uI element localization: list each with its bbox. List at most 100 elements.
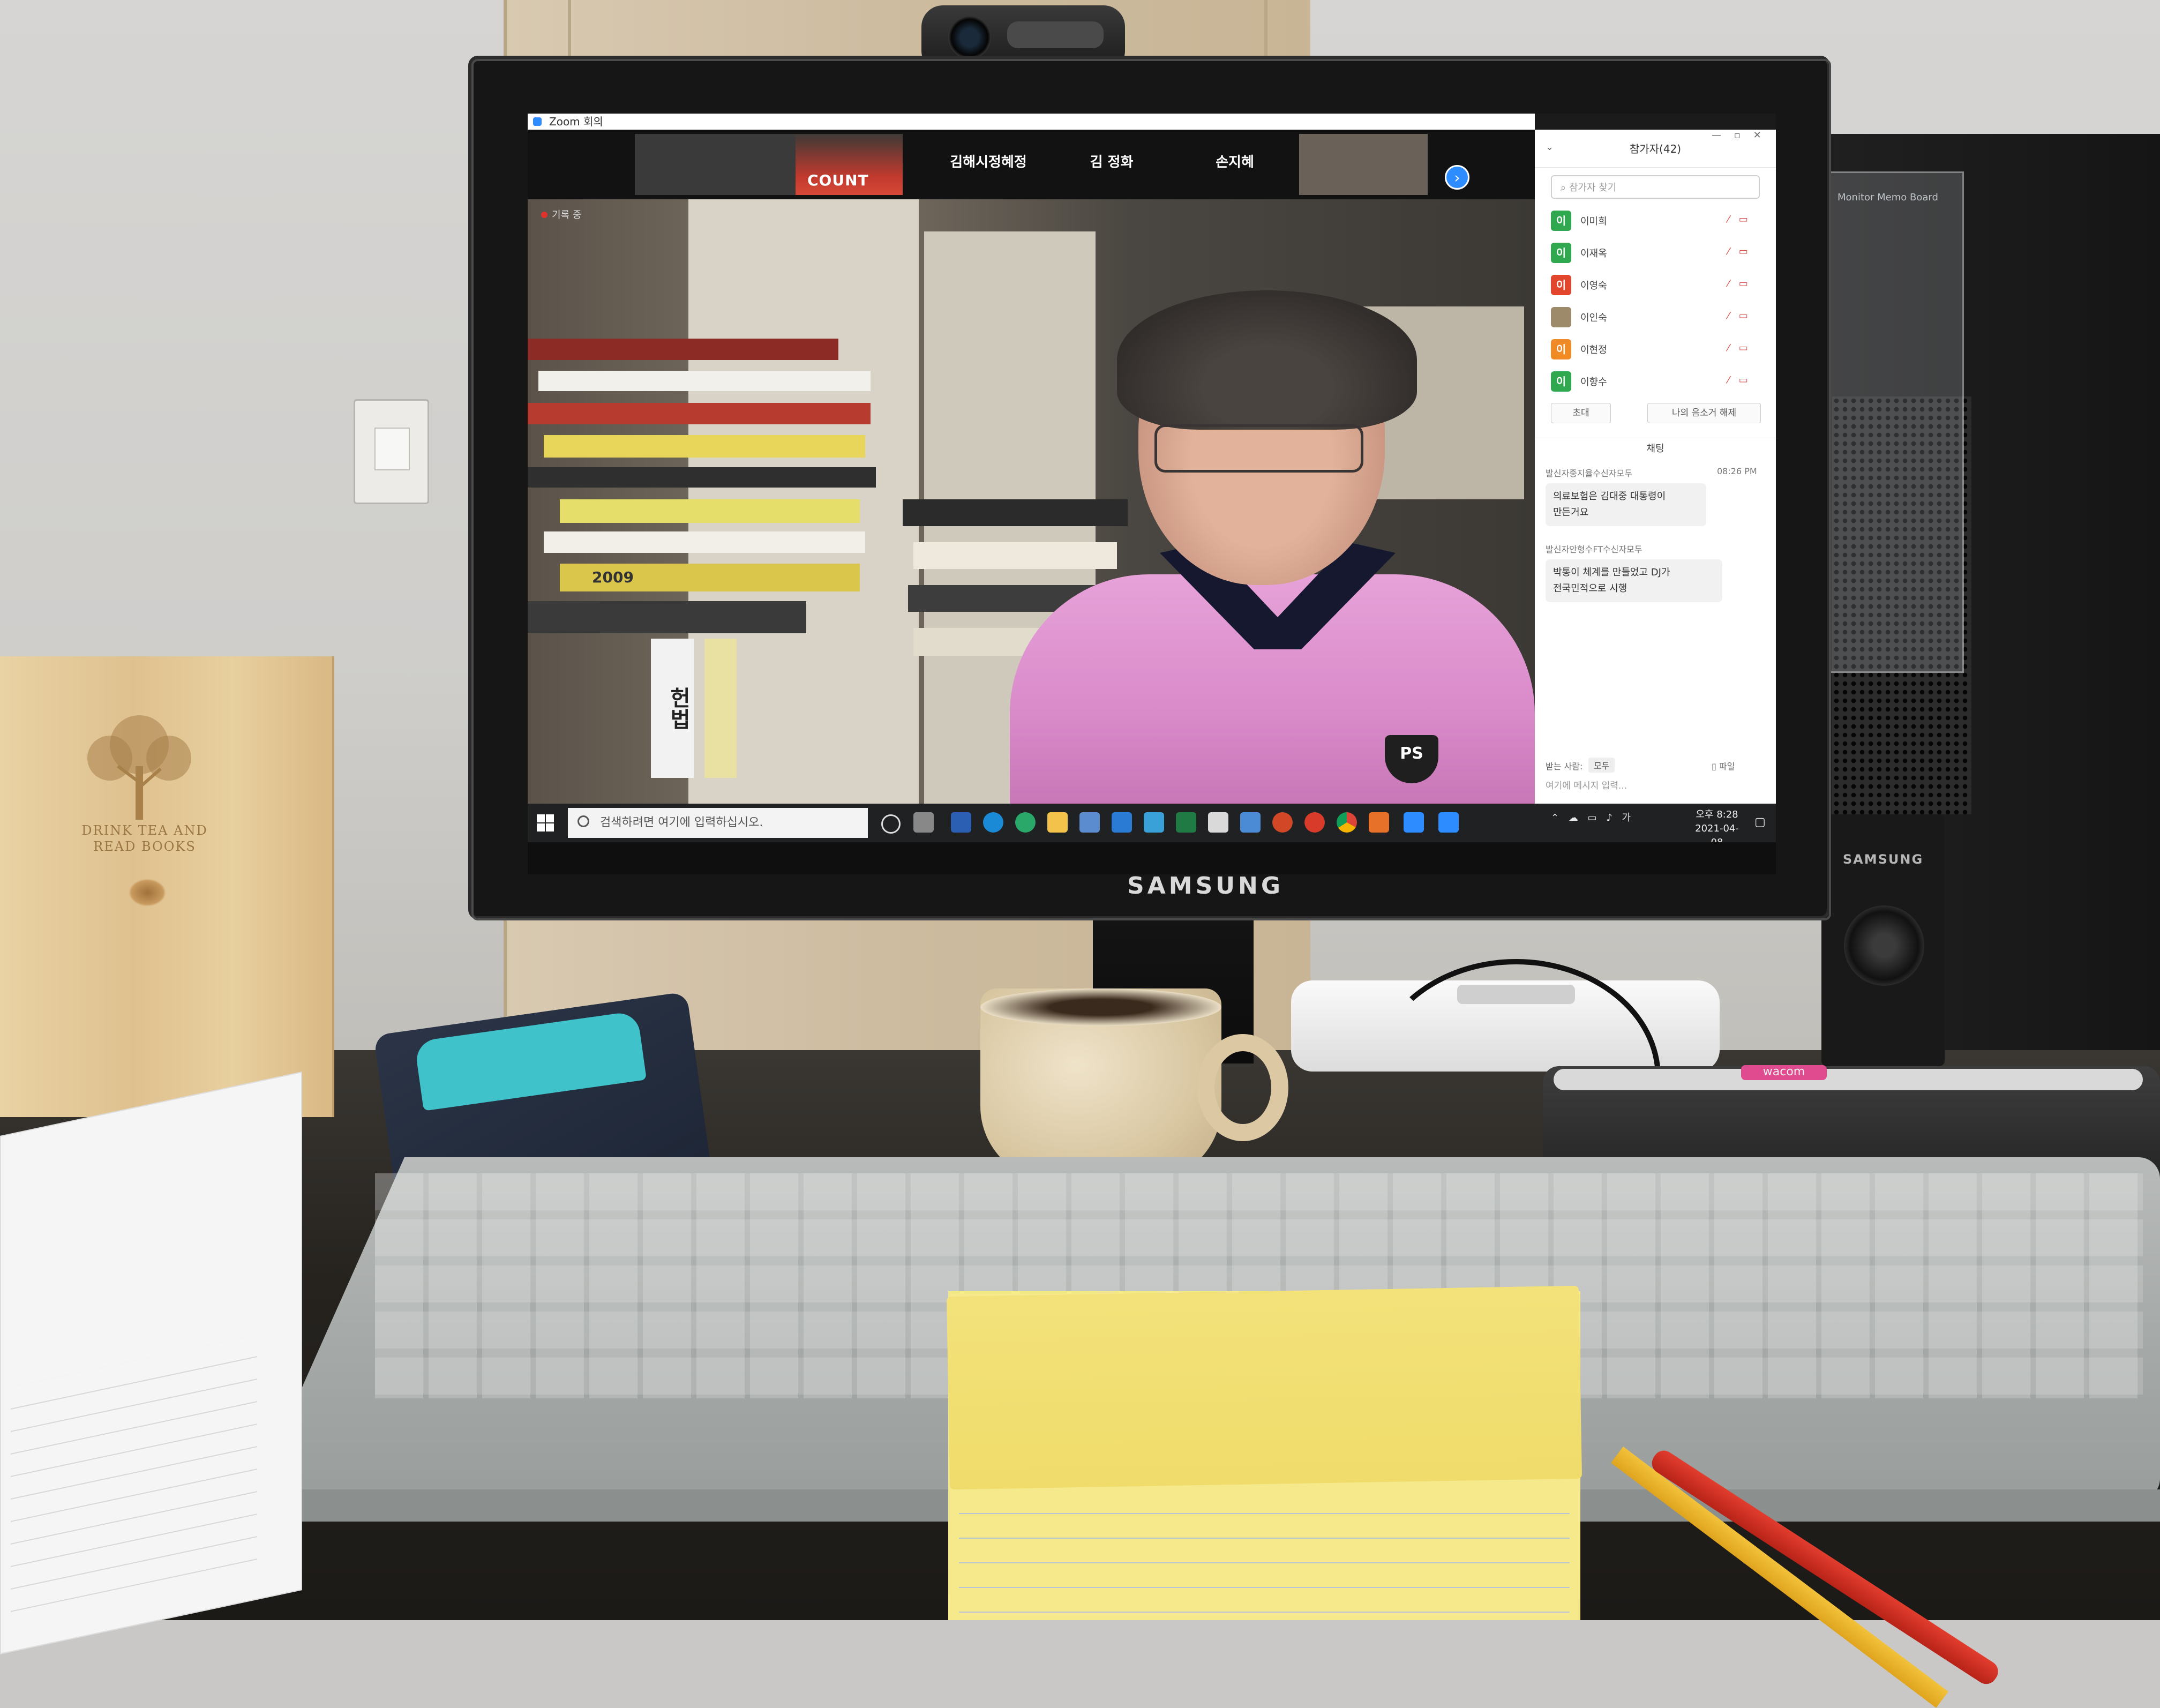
avatar: 이 (1551, 371, 1571, 392)
cloud-icon[interactable]: ☁ (1569, 812, 1578, 823)
wood-box-text: DRINK TEA AND READ BOOKS (56, 822, 233, 855)
store-icon[interactable] (1079, 812, 1100, 833)
muted-icons: ⁄ ▭ (1728, 246, 1751, 257)
shirt-text: COUNT (807, 171, 869, 189)
chat-message-line: 의료보험은 김대중 대통령이 (1553, 491, 1666, 502)
wood-knot (129, 879, 166, 907)
tray-language[interactable]: 가 (1622, 812, 1631, 823)
app-icon[interactable] (1240, 812, 1261, 833)
chat-to-dropdown[interactable]: 모두 (1588, 758, 1615, 773)
webcam-lens (948, 16, 991, 59)
system-tray: ⌃ ☁ ▭ ♪ 가 (1551, 810, 1631, 824)
windows-start-icon[interactable] (536, 813, 555, 833)
internet-explorer-icon[interactable] (983, 812, 1003, 833)
participant-name: 이향수 (1580, 377, 1607, 388)
participant-name: 이인숙 (1580, 312, 1607, 324)
window-controls: — ▫ ✕ (1712, 130, 1776, 141)
legal-pad-lines (959, 1489, 1570, 1620)
zoom-logo-icon (533, 117, 542, 126)
book-stack (913, 542, 1117, 569)
participant-row[interactable]: 이 이향수 ⁄ ▭ (1551, 368, 1765, 396)
invite-button[interactable]: 초대 (1551, 403, 1611, 423)
participant-name: 이현정 (1580, 344, 1607, 356)
chat-file-button[interactable]: ▯ 파일 (1712, 759, 1735, 772)
search-icon (578, 815, 589, 827)
chat-header: 채팅 (1535, 438, 1776, 460)
clock-time: 오후 8:28 (1696, 809, 1738, 820)
volume-icon[interactable]: ♪ (1606, 812, 1612, 823)
muted-icons: ⁄ ▭ (1728, 374, 1751, 386)
app-icon[interactable] (1369, 812, 1389, 833)
window-title: Zoom 회의 (549, 115, 603, 128)
participant-row[interactable]: 이인숙 ⁄ ▭ (1551, 304, 1765, 332)
chat-message-line: 만든거요 (1553, 507, 1589, 518)
thumbnail-participant-2[interactable]: COUNT (796, 134, 903, 195)
taskbar-search-input[interactable]: 검색하려면 여기에 입력하십시오. (568, 808, 868, 838)
minimize-icon[interactable]: — (1712, 130, 1721, 141)
edge-icon[interactable] (1015, 812, 1036, 833)
word-icon[interactable] (951, 812, 971, 833)
panel-header: ⌄ 참가자(42) — ▫ ✕ (1535, 130, 1776, 168)
participant-search-input[interactable]: ⌕ 참가자 찾기 (1551, 175, 1760, 199)
unmute-me-button[interactable]: 나의 음소거 해제 (1647, 403, 1761, 423)
app-icon[interactable] (1304, 812, 1325, 833)
mail-icon[interactable] (1112, 812, 1132, 833)
notification-icon[interactable]: ▢ (1754, 815, 1766, 829)
participant-search-placeholder: 참가자 찾기 (1569, 182, 1617, 193)
book-stack (528, 601, 806, 633)
book-label-law: 헌법 (651, 639, 694, 778)
chat-input[interactable]: 여기에 메시지 입력... (1546, 778, 1627, 791)
speaker-cone (1844, 905, 1924, 986)
zoom-taskbar-icon[interactable] (1404, 812, 1424, 833)
participant-row[interactable]: 이 이재옥 ⁄ ▭ (1551, 239, 1765, 267)
search-icon: ⌕ (1561, 182, 1569, 193)
powerpoint-icon[interactable] (1272, 812, 1293, 833)
mug-rim (980, 988, 1221, 1026)
thumbnail-participant-1[interactable] (635, 134, 796, 195)
participant-row[interactable]: 이 이영숙 ⁄ ▭ (1551, 272, 1765, 299)
excel-icon[interactable] (1176, 812, 1196, 833)
memo-board-label: Monitor Memo Board (1838, 192, 1938, 203)
video-thumbnail-strip: COUNT 김해시정혜정 김 정화 손지혜 › (528, 130, 1535, 199)
mug-handle (1197, 1034, 1288, 1141)
file-explorer-icon[interactable] (1047, 812, 1068, 833)
close-icon[interactable]: ✕ (1753, 130, 1761, 141)
participant-name: 이영숙 (1580, 280, 1607, 291)
panel-button-row: 초대 나의 음소거 해제 (1551, 403, 1761, 424)
taskbar-search-placeholder: 검색하려면 여기에 입력하십시오. (600, 816, 763, 829)
thumbnail-name-3[interactable]: 손지혜 (1192, 151, 1278, 171)
light-switch (354, 399, 429, 504)
chat-sender: 발신자안형수FT수신자모두 (1546, 544, 1642, 555)
chrome-icon[interactable] (1337, 812, 1357, 833)
thumbnail-name-2[interactable]: 김 정화 (1069, 151, 1154, 171)
cortana-icon[interactable] (881, 814, 901, 834)
webcam-logo (1007, 21, 1104, 48)
zoom-taskbar-icon[interactable] (1438, 812, 1459, 833)
book-stack (544, 435, 865, 458)
muted-icons: ⁄ ▭ (1728, 214, 1751, 225)
avatar: 이 (1551, 339, 1571, 359)
thumbnail-participant-6[interactable] (1299, 134, 1428, 195)
collapse-chevron-icon[interactable]: ⌄ (1546, 141, 1554, 153)
wood-box-text-line1: DRINK TEA AND (81, 823, 208, 838)
avatar: 이 (1551, 243, 1571, 263)
zoom-titlebar[interactable]: Zoom 회의 (528, 114, 1535, 130)
chat-time: 08:26 PM (1717, 466, 1757, 476)
book-stack (528, 467, 876, 488)
avatar (1551, 307, 1571, 327)
next-page-button[interactable]: › (1445, 165, 1469, 190)
maximize-icon[interactable]: ▫ (1734, 130, 1741, 141)
thumbnail-name-1[interactable]: 김해시정혜정 (924, 151, 1053, 171)
network-icon[interactable]: ▭ (1588, 812, 1597, 823)
book-stack (903, 499, 1128, 526)
participant-row[interactable]: 이 이미희 ⁄ ▭ (1551, 207, 1765, 235)
chat-message: 의료보험은 김대중 대통령이 만든거요 (1546, 483, 1706, 526)
task-view-icon[interactable] (913, 812, 934, 833)
chat-message-line: 전국민적으로 시행 (1553, 583, 1628, 594)
app-icon[interactable] (1208, 812, 1228, 833)
app-icon[interactable] (1144, 812, 1164, 833)
chevron-up-icon[interactable]: ⌃ (1551, 812, 1559, 823)
participant-row[interactable]: 이 이현정 ⁄ ▭ (1551, 336, 1765, 364)
book-label-2009: 2009 (560, 564, 860, 591)
participants-title: 참가자(42) (1629, 143, 1682, 155)
